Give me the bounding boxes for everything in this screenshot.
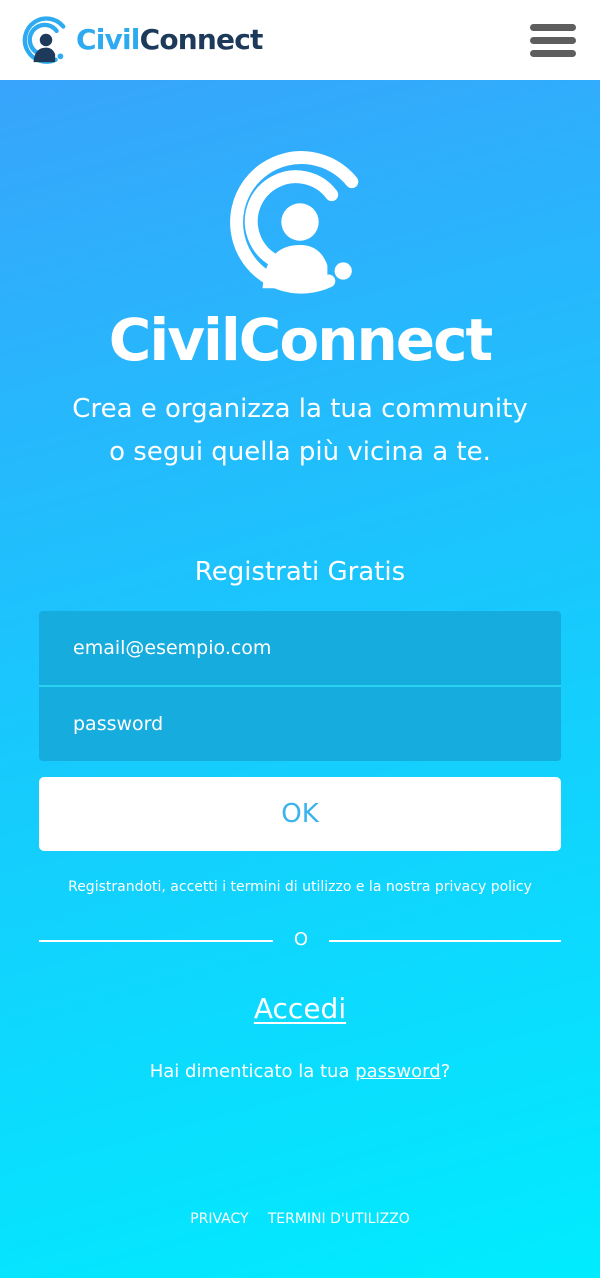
brand-part-connect: Connect — [139, 23, 264, 56]
footer-terms-link[interactable]: TERMINI D'UTILIZZO — [268, 1211, 410, 1227]
footer-links: PRIVACY TERMINI D'UTILIZZO — [0, 1208, 600, 1229]
tagline: Crea e organizza la tua community o segu… — [40, 388, 560, 474]
email-field[interactable] — [39, 611, 561, 685]
register-title: Registrati Gratis — [194, 557, 406, 587]
hamburger-menu-icon[interactable] — [530, 24, 576, 58]
divider-left — [39, 940, 273, 942]
forgot-password-link[interactable]: password — [355, 1061, 440, 1082]
tagline-line-1: Crea e organizza la tua community — [72, 394, 528, 424]
forgot-suffix: ? — [440, 1061, 451, 1082]
ok-button[interactable]: OK — [39, 777, 561, 851]
brand-part-civil: Civil — [76, 23, 140, 56]
password-field[interactable] — [39, 687, 561, 761]
header-brand[interactable]: CivilConnect — [76, 22, 263, 58]
civilconnect-logo-icon — [230, 151, 359, 294]
terms-notice: Registrandoti, accetti i termini di util… — [68, 879, 532, 895]
top-bar: CivilConnect — [0, 0, 600, 80]
footer-privacy-link[interactable]: PRIVACY — [190, 1211, 248, 1227]
tagline-line-2: o segui quella più vicina a te. — [109, 437, 491, 467]
forgot-password-text: Hai dimenticato la tua password? — [0, 1059, 600, 1085]
divider-or-label: O — [293, 929, 309, 950]
login-link[interactable]: Accedi — [254, 992, 346, 1025]
login-link-container: Accedi — [0, 989, 600, 1033]
forgot-prefix: Hai dimenticato la tua — [149, 1061, 356, 1082]
divider-right — [329, 940, 561, 942]
hero-brand-title: CivilConnect — [108, 306, 493, 374]
hero-section: CivilConnect Crea e organizza la tua com… — [0, 80, 600, 1278]
civilconnect-logo-icon[interactable] — [22, 16, 70, 64]
